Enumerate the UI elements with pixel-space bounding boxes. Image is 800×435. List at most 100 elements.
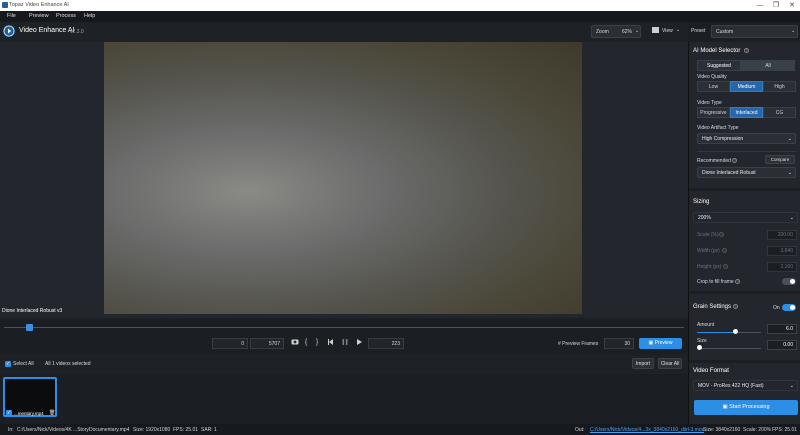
title-bar: Topaz Video Enhance AI — ❐ ✕ <box>0 0 800 11</box>
playhead-handle[interactable] <box>25 324 33 331</box>
quality-low[interactable]: Low <box>697 81 730 92</box>
preview-frames-label: # Preview Frames <box>558 341 599 347</box>
help-icon[interactable]: ? <box>744 48 749 53</box>
help-icon[interactable]: ? <box>732 158 737 163</box>
input-fps: FPS: 25.01 <box>173 427 199 433</box>
type-interlaced[interactable]: Interlaced <box>730 107 763 118</box>
zoom-label: Zoom <box>596 29 609 35</box>
width-field: 3,840 <box>767 246 797 256</box>
start-processing-label: Start Processing <box>729 404 770 410</box>
start-frame-field[interactable]: 0 <box>212 338 248 349</box>
video-thumbnail[interactable]: ✓ ...mentary.mp4 🗑 <box>3 377 57 417</box>
sizing-title: Sizing <box>693 199 710 205</box>
snapshot-camera-icon[interactable] <box>290 338 300 348</box>
amount-slider-fill <box>697 332 736 333</box>
artifact-type-value: High Compression <box>702 136 744 142</box>
quality-high[interactable]: High <box>763 81 796 92</box>
preview-button[interactable]: ▣ Preview <box>639 338 682 349</box>
menu-help[interactable]: Help <box>84 13 95 19</box>
video-format-title: Video Format <box>693 368 729 374</box>
zoom-dropdown[interactable]: Zoom 62% ⌄ <box>591 25 641 38</box>
size-field[interactable]: 0.00 <box>767 340 797 350</box>
output-size: Size: 3840x2160 <box>703 427 741 433</box>
help-icon[interactable]: ? <box>733 304 738 309</box>
view-icon <box>652 27 659 33</box>
set-out-point-icon[interactable]: } <box>312 338 322 348</box>
play-icon[interactable] <box>354 338 364 348</box>
crop-label: Crop to fill frame <box>697 279 734 285</box>
quality-medium[interactable]: Medium <box>730 81 763 92</box>
type-cg[interactable]: CG <box>763 107 796 118</box>
sizing-value: 200% <box>698 215 711 221</box>
close-button[interactable]: ✕ <box>784 0 800 11</box>
step-back-icon[interactable] <box>326 338 336 348</box>
app-name: Video Enhance AI <box>19 27 75 34</box>
preset-value: Custom <box>716 29 734 35</box>
type-progressive[interactable]: Progressive <box>697 107 730 118</box>
recommended-label: Recommended <box>697 158 731 164</box>
clear-all-button[interactable]: Clear All <box>658 358 682 369</box>
menu-process[interactable]: Process <box>56 13 76 19</box>
size-slider-handle[interactable] <box>697 345 702 350</box>
artifact-type-dropdown[interactable]: High Compression ⌄ <box>697 133 796 144</box>
compare-button[interactable]: Compare <box>765 155 795 164</box>
output-label: Out: <box>575 427 585 433</box>
file-checkbox[interactable]: ✓ <box>6 410 12 416</box>
header-bar <box>0 22 688 42</box>
help-icon[interactable]: ? <box>735 279 740 284</box>
divider <box>697 151 796 152</box>
preset-dropdown[interactable]: Custom ⌄ <box>711 25 798 38</box>
menu-preview[interactable]: Preview <box>29 13 49 19</box>
preview-frames-field[interactable]: 30 <box>604 338 634 349</box>
end-frame-field[interactable]: 5707 <box>250 338 284 349</box>
video-format-dropdown[interactable]: MOV - ProRes 422 HQ (Fast) ⌄ <box>693 380 798 391</box>
sizing-dropdown[interactable]: 200% ⌄ <box>693 212 798 223</box>
zoom-value: 62% <box>622 29 633 35</box>
width-label: Width (px) <box>697 248 720 254</box>
amount-field[interactable]: 6.0 <box>767 324 797 334</box>
help-icon: ? <box>719 232 724 237</box>
input-sar: SAR: 1 <box>201 427 217 433</box>
preset-label: Preset <box>691 28 706 34</box>
amount-label: Amount <box>697 322 715 328</box>
help-icon: ? <box>723 264 728 269</box>
import-button[interactable]: Import <box>632 358 654 369</box>
chevron-down-icon: ⌄ <box>791 28 796 34</box>
input-size: Size: 1920x1080 <box>133 427 171 433</box>
input-path: C:/Users/Nick/Videos/4K ...Story <box>17 427 89 433</box>
section-gap <box>689 188 800 191</box>
video-preview[interactable] <box>104 42 582 314</box>
start-processing-button[interactable]: ▣ Start Processing <box>694 400 798 415</box>
settings-panel: AI Model Selector ? Suggested All Video … <box>688 42 800 424</box>
tab-suggested[interactable]: Suggested <box>697 60 741 71</box>
output-path-link[interactable]: C:/Users/Nick/Videos/4...3x_3840x2160_di… <box>590 427 704 433</box>
trash-icon[interactable]: 🗑 <box>49 410 55 416</box>
select-all-checkbox[interactable]: ✓ <box>5 361 11 367</box>
size-slider-track[interactable] <box>697 348 761 349</box>
menu-file[interactable]: File <box>7 13 16 19</box>
tab-all[interactable]: All <box>741 60 795 71</box>
select-all-label[interactable]: Select All <box>13 361 34 367</box>
recommended-model-dropdown[interactable]: Dione Interlaced Robust ⌄ <box>697 167 796 178</box>
view-label[interactable]: View <box>662 28 673 34</box>
pause-icon[interactable] <box>340 338 350 348</box>
artifact-type-label: Video Artifact Type <box>697 125 739 131</box>
status-bar: In: C:/Users/Nick/Videos/4K ...Story Doc… <box>0 424 800 435</box>
scale-label: Scale (%) <box>697 232 719 238</box>
topaz-logo-icon <box>3 25 15 37</box>
height-label: Height (px) <box>697 264 722 270</box>
ai-model-selector-title: AI Model Selector <box>693 48 741 54</box>
amount-slider-handle[interactable] <box>733 329 739 334</box>
chevron-down-icon: ⌄ <box>787 170 792 176</box>
video-format-value: MOV - ProRes 422 HQ (Fast) <box>698 383 764 389</box>
set-in-point-icon[interactable]: { <box>301 338 311 348</box>
crop-toggle[interactable] <box>782 278 796 285</box>
current-frame-field[interactable]: 223 <box>368 338 404 349</box>
maximize-button[interactable]: ❐ <box>768 0 784 11</box>
timeline-track[interactable] <box>4 327 684 328</box>
window-title: Topaz Video Enhance AI <box>9 2 69 8</box>
grain-settings-title: Grain Settings <box>693 304 732 310</box>
minimize-button[interactable]: — <box>752 0 768 11</box>
chevron-down-icon: ⌄ <box>787 136 792 142</box>
grain-toggle[interactable] <box>782 304 796 311</box>
